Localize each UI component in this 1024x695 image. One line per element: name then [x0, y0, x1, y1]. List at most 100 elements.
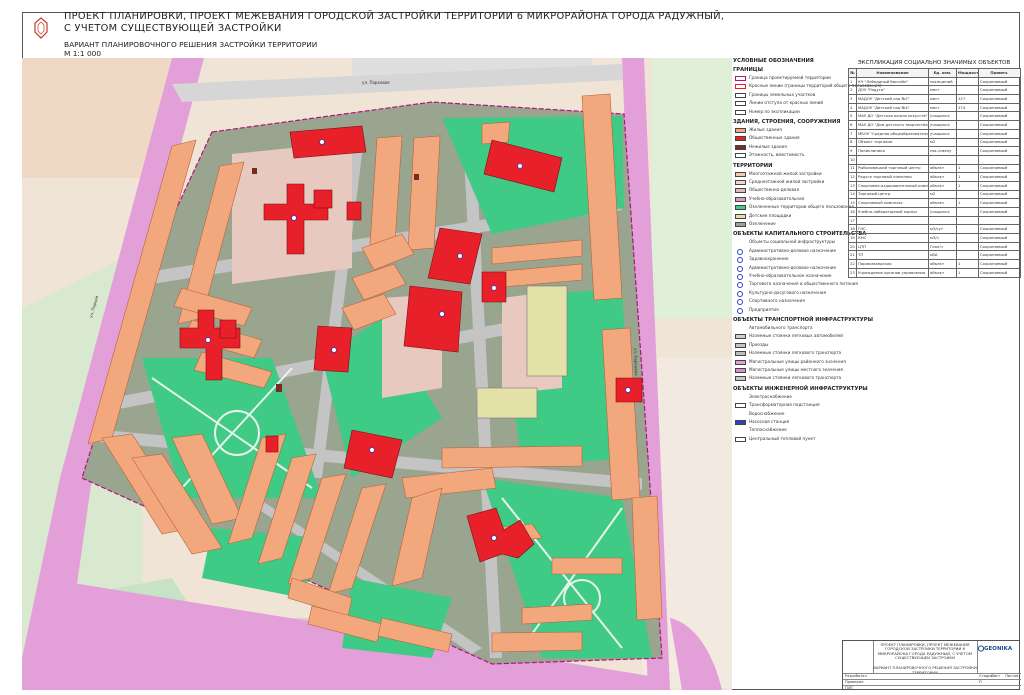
table-cell: Сохраняемый: [978, 241, 1021, 252]
circle-marker-icon: [737, 265, 743, 272]
table-cell: Сохраняемый: [978, 137, 1021, 148]
table-cell: 1: [848, 76, 857, 87]
stamp-cell: П: [979, 680, 982, 684]
master-plan-map[interactable]: ул. Парковая ул. Парковая ул. Первая: [22, 58, 732, 690]
table-cell: посещений: [928, 76, 957, 87]
legend-item: Общественно-деловая: [733, 187, 845, 195]
table-cell: КНС: [856, 233, 929, 243]
public-building-9: [403, 285, 463, 353]
swatch-icon: [735, 213, 746, 219]
table-cell: МАДОУ "Детский сад №4": [856, 102, 929, 113]
table-row: 22 Парикмахерская объект 1 Сохраняемый: [848, 259, 1021, 269]
legend-item-label: Учебно-образовательная: [749, 195, 805, 201]
table-cell: м3/ч: [928, 233, 957, 243]
legend-item: Спортивного назначения: [733, 298, 845, 306]
table-cell: мест: [928, 85, 957, 96]
legend-item-label: Граница проектируемой территории: [749, 75, 831, 80]
table-cell: кВА: [928, 250, 957, 261]
table-cell: объект: [928, 259, 957, 269]
table-cell: Учреждение органов управления: [856, 267, 929, 278]
table-row: 10: [848, 154, 1021, 165]
legend-item-label: Административно-деловое назначение: [749, 247, 837, 253]
circle-marker-icon: [737, 248, 743, 255]
table-cell: 1: [956, 198, 979, 208]
stamp-cell: Лист: [991, 674, 1001, 678]
table-row: 2 ДОУ "Радуга" мест Сохраняемый: [848, 85, 1021, 96]
table-row: 13Спортивно-оздоровительный комплексобъе…: [848, 180, 1021, 191]
legend-item: Нежилые здания: [733, 144, 845, 152]
table-cell: [956, 250, 979, 261]
parcel-line-icon: [735, 92, 746, 98]
legend-item: Наземные стоянки легковых автомобилей: [733, 333, 845, 341]
table-cell: [956, 189, 979, 200]
table-cell: МАУ ДО "Дом детского творчества": [856, 120, 929, 130]
legend-item-label: Автомобильного транспорта: [749, 325, 813, 330]
circle-marker-icon: [737, 274, 743, 280]
swatch-icon: [735, 342, 746, 348]
table-cell: Торговый центр: [856, 189, 929, 200]
table-cell: учащихся: [928, 207, 957, 217]
legend-item: Озеленение: [733, 221, 845, 229]
table-cell: учащихся: [928, 111, 957, 122]
legend-item-label: Границы земельных участков: [749, 91, 816, 97]
legend-item-label: Спортивного назначения: [749, 298, 805, 304]
table-cell: Сохраняемый: [978, 207, 1021, 217]
table-cell: [956, 111, 979, 122]
table-cell: [956, 241, 979, 252]
public-building-4: [313, 189, 333, 209]
table-cell: Парикмахерская: [856, 259, 929, 269]
swatch-icon: [735, 222, 746, 227]
table-cell: учащихся: [928, 120, 957, 130]
legend-item-label: Электроснабжение: [749, 393, 792, 399]
legend-item: Наземные стоянки легкового транспорта: [733, 350, 845, 358]
legend-item: Магистральные улицы районного значения: [733, 359, 846, 367]
table-cell: м2: [928, 189, 957, 200]
legend-item-label: Проезды: [749, 341, 769, 347]
table-cell: 18: [848, 224, 857, 235]
legend-item: Жилые здания: [733, 127, 845, 135]
table-cell: Сохраняемый: [978, 224, 1021, 235]
swatch-icon: [735, 351, 746, 357]
legend-item-label: Административно-деловое назначение: [749, 264, 837, 270]
table-cell: 1: [956, 267, 979, 278]
table-cell: Сохраняемый: [978, 163, 1021, 174]
table-cell: м3/сут: [928, 224, 957, 235]
legend-item-label: Общественные здания: [749, 135, 800, 141]
table-cell: м2: [928, 137, 957, 148]
table-cell: 227: [956, 94, 979, 104]
stamp-brand: GEONIKA: [984, 646, 1013, 652]
table-cell: Сохраняемый: [978, 189, 1021, 200]
table-row: 6 МАУ ДО "Дом детского творчества" учащихс…: [848, 120, 1021, 130]
legend-item-label: Детские площадки: [749, 212, 792, 218]
legend-item: Предприятия: [733, 307, 845, 315]
legend-item-label: Многоэтажной жилой застройки: [749, 170, 822, 176]
table-cell: [956, 137, 979, 148]
legend-item-label: Озеленение: [749, 221, 776, 226]
table-row: 15 Спортивный комплекс объект 1 Сохраняемый: [848, 198, 1021, 208]
legend-title: УСЛОВНЫЕ ОБОЗНАЧЕНИЯ: [733, 58, 814, 64]
table-cell: [956, 146, 979, 156]
table-cell: Сохраняемый: [978, 76, 1021, 87]
legend-item-label: Учебно-образовательное назначение: [749, 273, 832, 278]
table-cell: 22: [848, 259, 857, 269]
swatch-icon: [735, 368, 746, 373]
table-cell: 15: [848, 198, 857, 208]
legend-item-label: Водоснабжение: [749, 410, 785, 416]
table-cell: [956, 128, 979, 139]
table-cell: [856, 215, 929, 226]
legend-item: Центральный тепловой пункт: [733, 436, 845, 444]
city-emblem-icon: [34, 17, 48, 39]
legend-item: Озелененные территории общего пользовани…: [733, 204, 854, 212]
context-green-right: [652, 58, 732, 318]
legend-item-label: Предприятия: [749, 306, 779, 312]
explication-column-header: Ед. изм.: [928, 68, 957, 78]
legend-item-label: Насосная станция: [749, 419, 790, 424]
table-cell: Учебно-лабораторный корпус: [856, 207, 929, 217]
table-cell: 12: [848, 172, 857, 182]
legend-item: Учебно-образовательная: [733, 196, 845, 204]
table-cell: Спортивный комплекс: [856, 198, 929, 208]
table-cell: Сохраняемый: [978, 111, 1021, 122]
public-building-1: [289, 125, 367, 159]
table-row: 20 ЦТП Гкал/ч Сохраняемый: [848, 241, 1021, 252]
table-cell: 16: [848, 207, 857, 217]
